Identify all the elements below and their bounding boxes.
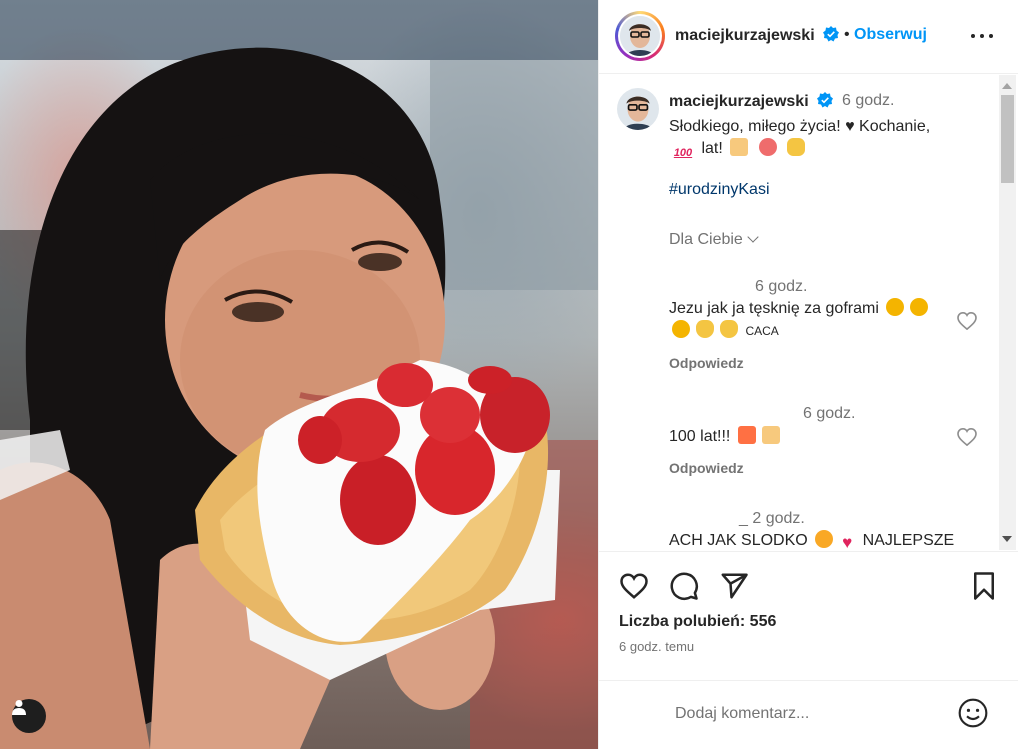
birthday-cake-emoji	[761, 426, 780, 444]
caption-timestamp[interactable]: 6 godz.	[842, 92, 894, 110]
post-age[interactable]: 6 godz. temu	[619, 639, 694, 654]
red-heart-emoji: ♥	[842, 533, 853, 551]
like-heart-icon[interactable]	[619, 571, 649, 601]
caption-username-text[interactable]: maciejkurzajewski	[669, 93, 809, 110]
caption-line-1: Słodkiego, miłego życia! ♥ Kochanie,	[669, 118, 931, 135]
waving-hand-emoji	[696, 320, 714, 338]
user-icon	[12, 700, 26, 715]
more-options-icon[interactable]	[971, 28, 995, 42]
avatar-image	[620, 16, 660, 56]
caption-username[interactable]: maciejkurzajewski	[669, 92, 834, 111]
post-side-panel: maciejkurzajewski • Obserwuj maciejkurza…	[598, 0, 1018, 749]
scroll-up-arrow-icon[interactable]	[1002, 83, 1012, 89]
comments-scrollbar[interactable]	[999, 75, 1016, 550]
header-separator: •	[844, 26, 850, 43]
comment-text: Jezu jak ja tęsknię za goframi CACA	[669, 298, 959, 342]
verified-badge-icon	[823, 26, 840, 42]
smiling-hearts-emoji	[815, 530, 834, 548]
comment-timestamp[interactable]: 6 godz.	[803, 405, 855, 423]
partying-face-emoji	[758, 138, 777, 156]
comment-text: 100 lat!!!	[669, 426, 959, 448]
emoji-picker-icon[interactable]	[957, 697, 989, 729]
comment-text: ACH JAK SLODKO ♥ NAJLEPSZE	[669, 530, 959, 550]
photo-illustration	[0, 0, 598, 749]
scroll-down-arrow-icon[interactable]	[1002, 536, 1012, 542]
share-paper-plane-icon[interactable]	[719, 571, 749, 601]
story-ring[interactable]	[615, 11, 665, 61]
header-username[interactable]: maciejkurzajewski	[675, 26, 840, 45]
caption-text: Słodkiego, miłego życia! ♥ Kochanie, 100…	[669, 116, 989, 162]
reply-button[interactable]: Odpowiedz	[669, 460, 744, 476]
tagged-users-button[interactable]	[12, 699, 46, 733]
reply-button[interactable]: Odpowiedz	[669, 355, 744, 371]
birthday-cake-emoji	[730, 138, 749, 156]
post-actions: Liczba polubień: 556 6 godz. temu	[599, 551, 1018, 681]
party-popper-emoji	[737, 426, 756, 444]
hashtag-link[interactable]: #urodzinyKasi	[669, 181, 770, 199]
comment-timestamp[interactable]: _ 2 godz.	[739, 510, 805, 528]
post-header: maciejkurzajewski • Obserwuj	[599, 0, 1018, 74]
chevron-down-icon	[747, 231, 759, 243]
comment-line-1-end: NAJLEPSZE	[862, 532, 955, 549]
waving-hand-emoji	[720, 320, 738, 338]
scrollbar-thumb[interactable]	[1001, 95, 1014, 183]
verified-badge-icon	[817, 92, 834, 108]
comment-bubble-icon[interactable]	[669, 571, 699, 601]
caption-avatar[interactable]	[617, 88, 659, 130]
like-comment-icon[interactable]	[957, 311, 977, 331]
loudly-crying-emoji	[886, 298, 905, 316]
comment-line-1: Jezu jak ja tęsknię za goframi	[669, 300, 879, 317]
add-comment-bar	[599, 680, 1018, 749]
avatar	[620, 16, 660, 56]
comment-line-2: CACA	[745, 324, 779, 338]
header-username-text[interactable]: maciejkurzajewski	[675, 27, 815, 44]
comment-input[interactable]	[675, 701, 945, 727]
loudly-crying-emoji	[910, 298, 929, 316]
likes-count[interactable]: Liczba polubień: 556	[619, 613, 776, 631]
avatar-image	[617, 88, 659, 130]
hundred-points-emoji: 100	[673, 147, 693, 159]
victory-hand-emoji	[787, 138, 806, 156]
caption-line-2: lat!	[701, 140, 723, 157]
for-you-label[interactable]: Dla Ciebie	[669, 231, 743, 248]
follow-button[interactable]: Obserwuj	[854, 26, 927, 44]
comment-line-1: ACH JAK SLODKO	[669, 532, 808, 549]
post-photo	[0, 0, 598, 749]
comment-line-1: 100 lat!!!	[669, 428, 731, 445]
save-bookmark-icon[interactable]	[969, 571, 999, 601]
comments-list[interactable]: maciejkurzajewski 6 godz. Słodkiego, mił…	[599, 75, 1018, 550]
loudly-crying-emoji	[672, 320, 690, 338]
comment-timestamp[interactable]: 6 godz.	[755, 278, 807, 296]
for-you-toggle[interactable]: Dla Ciebie	[669, 231, 759, 249]
like-comment-icon[interactable]	[957, 427, 977, 447]
